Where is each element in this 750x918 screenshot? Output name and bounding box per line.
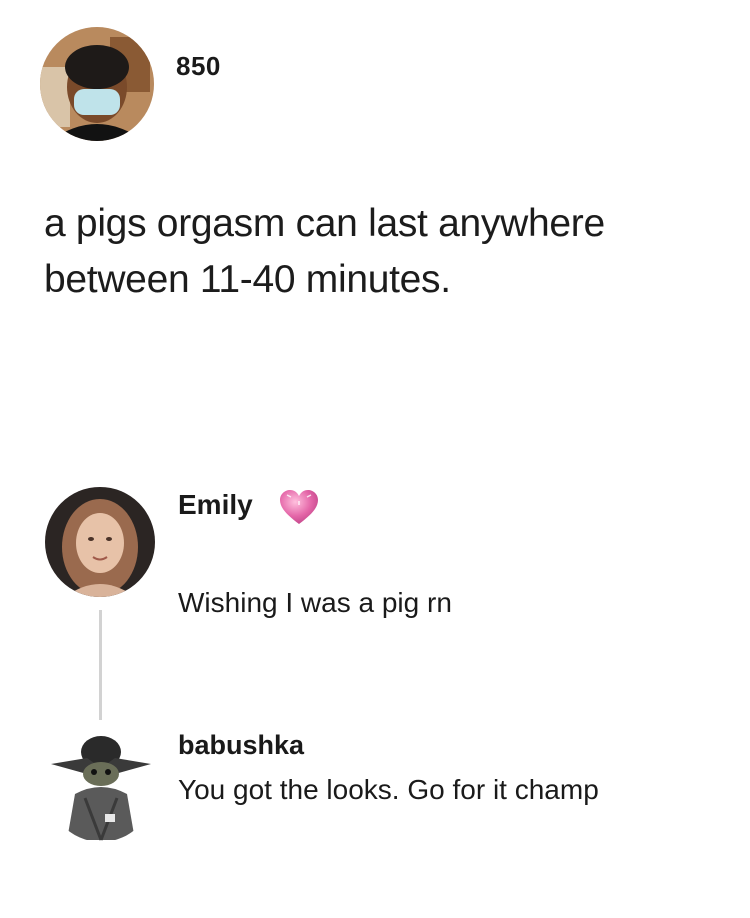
pink-heart-icon: [277, 487, 321, 527]
reply-comment: babushka You got the looks. Go for it ch…: [45, 722, 735, 842]
commenter-name[interactable]: babushka: [178, 730, 304, 761]
commenter-avatar[interactable]: [45, 722, 157, 842]
commenter-avatar[interactable]: [45, 487, 155, 597]
masked-person-avatar-icon: [40, 27, 154, 141]
comment-text: Wishing I was a pig rn: [178, 587, 452, 618]
commenter-name[interactable]: Emily: [178, 489, 253, 521]
woman-portrait-avatar-icon: [45, 487, 155, 597]
post-username[interactable]: 850: [176, 51, 221, 82]
reply-thread-line: [99, 610, 102, 720]
comment-text: You got the looks. Go for it champ: [178, 774, 599, 805]
post-header: 850: [40, 27, 740, 147]
baby-yoda-avatar-icon: [51, 736, 151, 841]
post-text: a pigs orgasm can last anywhere between …: [44, 202, 605, 301]
comment: Emily Wishing I was a pig rn: [45, 487, 735, 627]
post-author-avatar[interactable]: [40, 27, 154, 141]
